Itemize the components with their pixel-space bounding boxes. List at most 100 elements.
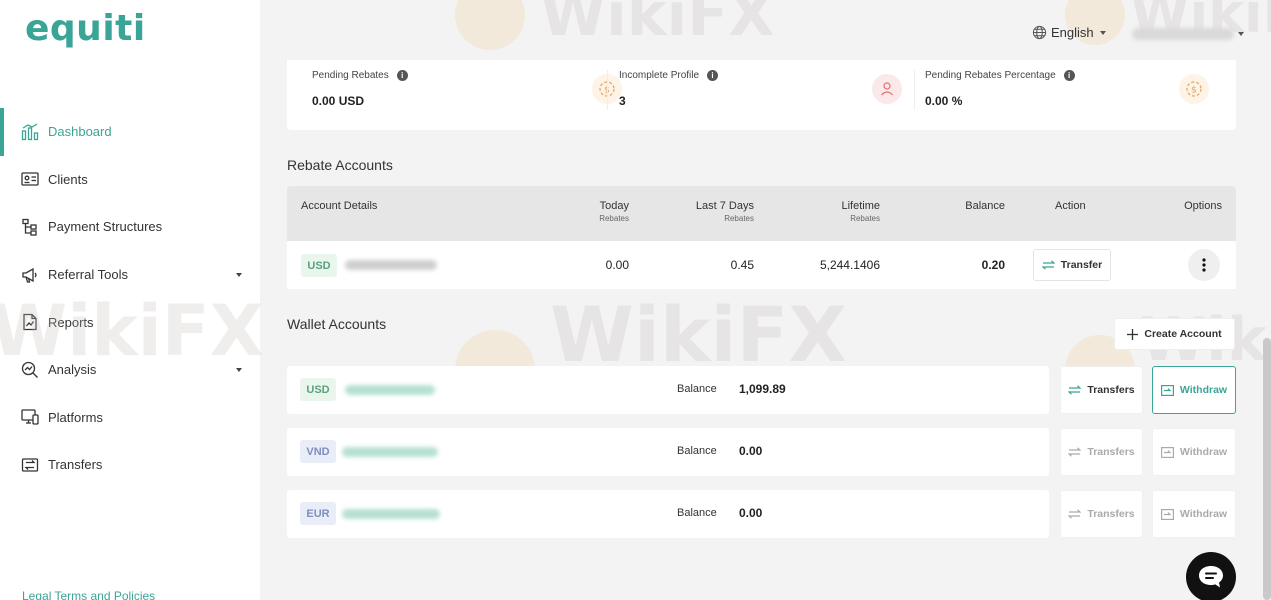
sidebar-item-analysis[interactable]: Analysis: [0, 346, 260, 394]
header-sublabel: Rebates: [724, 214, 754, 223]
sidebar-item-label: Clients: [48, 171, 88, 187]
sidebar-item-referral-tools[interactable]: Referral Tools: [0, 251, 260, 299]
platforms-icon: [20, 407, 40, 427]
user-menu[interactable]: [1132, 28, 1234, 40]
stat-label: Incomplete Profile: [619, 70, 700, 81]
sidebar: equiti Dashboard Clients Payment Structu…: [0, 0, 260, 600]
sidebar-item-label: Dashboard: [48, 124, 112, 140]
legal-terms-link[interactable]: Legal Terms and Policies: [22, 589, 155, 600]
options-menu-button[interactable]: [1188, 249, 1220, 281]
sidebar-item-reports[interactable]: Reports: [0, 298, 260, 346]
withdraw-icon: [1160, 508, 1174, 520]
transfers-button-label: Transfers: [1087, 384, 1135, 396]
stat-value: 0.00 %: [925, 94, 963, 108]
chevron-down-icon[interactable]: [236, 272, 242, 277]
transfers-icon: [20, 455, 40, 475]
currency-badge: USD: [301, 254, 337, 277]
header-label: Last 7 Days: [695, 200, 754, 212]
watermark-text: WikiFX: [540, 0, 775, 50]
wallet-balance: 0.00: [739, 506, 763, 520]
clients-icon: [20, 169, 40, 189]
transfers-button-label: Transfers: [1087, 508, 1135, 520]
transfers-button[interactable]: Transfers: [1060, 366, 1143, 414]
chevron-down-icon[interactable]: [236, 367, 242, 372]
sidebar-item-clients[interactable]: Clients: [0, 156, 260, 204]
currency-badge: EUR: [300, 502, 336, 525]
stat-label: Pending Rebates: [312, 70, 389, 81]
user-icon: [872, 74, 902, 104]
transfers-button-label: Transfers: [1087, 446, 1135, 458]
wallet-balance: 0.00: [739, 444, 763, 458]
divider: [914, 70, 915, 110]
withdraw-button[interactable]: Withdraw: [1152, 490, 1236, 538]
withdraw-button[interactable]: Withdraw: [1152, 428, 1236, 476]
sidebar-item-label: Reports: [48, 314, 94, 330]
chat-button[interactable]: [1186, 552, 1236, 600]
stat-pending-rebates: Pending Rebatesi 0.00 USD $: [312, 70, 622, 124]
analysis-icon: [20, 360, 40, 380]
dashboard-icon: [20, 122, 40, 142]
sidebar-item-platforms[interactable]: Platforms: [0, 394, 260, 442]
wallet-row-vnd: VND Balance 0.00: [287, 428, 1049, 476]
create-account-label: Create Account: [1144, 328, 1222, 340]
stats-card: Pending Rebates i 0.00 USD $ Incomplete P…: [287, 60, 1236, 130]
header-lifetime: Lifetime Rebates: [841, 200, 880, 223]
rebate-coin-icon: $: [1179, 74, 1209, 104]
rebate-accounts-table: Account Details Today Rebates Last 7 Days…: [287, 186, 1236, 289]
wallet-accounts-title: Wallet Accounts: [287, 316, 387, 332]
info-icon[interactable]: i: [396, 70, 408, 81]
sidebar-item-label: Transfers: [48, 457, 103, 473]
create-account-button[interactable]: Create Account: [1114, 318, 1235, 350]
divider: [607, 70, 608, 110]
withdraw-button-label: Withdraw: [1179, 446, 1228, 458]
header-sublabel: Rebates: [599, 214, 629, 223]
chevron-down-icon: [1099, 30, 1106, 35]
header-last-7-days: Last 7 Days Rebates: [696, 200, 754, 223]
wallet-row-eur: EUR Balance 0.00: [287, 490, 1049, 538]
transfer-arrows-icon: [1041, 260, 1055, 270]
wallet-row-usd: USD Balance 1,099.89: [287, 366, 1049, 414]
language-selector[interactable]: English: [1032, 25, 1106, 40]
header-today: Today Rebates: [599, 200, 629, 223]
balance-label: Balance: [677, 507, 717, 519]
table-row: USD 0.00 0.45 5,244.1406 0.20 Transfer: [287, 241, 1236, 289]
header-label: Lifetime: [841, 200, 880, 212]
transfers-button[interactable]: Transfers: [1060, 428, 1143, 476]
sidebar-item-dashboard[interactable]: Dashboard: [0, 108, 260, 156]
account-number-redacted: [342, 509, 440, 519]
sidebar-item-label: Referral Tools: [48, 267, 128, 283]
watermark-logo: [455, 0, 525, 50]
header-balance: Balance: [965, 200, 1005, 212]
withdraw-button[interactable]: Withdraw: [1152, 366, 1236, 414]
header-sublabel: Rebates: [850, 214, 880, 223]
stat-pending-rebates-percentage: Pending Rebates Percentage i 0.00 % $: [925, 70, 1220, 124]
withdraw-button-label: Withdraw: [1179, 508, 1228, 520]
today-rebates: 0.00: [605, 258, 629, 272]
info-icon[interactable]: i: [1063, 70, 1075, 81]
sidebar-item-transfers[interactable]: Transfers: [0, 441, 260, 489]
header-account-details: Account Details: [301, 200, 378, 212]
chevron-down-icon[interactable]: [1238, 32, 1244, 36]
withdraw-icon: [1160, 446, 1174, 458]
lifetime-rebates: 5,244.1406: [819, 258, 880, 272]
withdraw-icon: [1160, 384, 1174, 396]
transfer-button[interactable]: Transfer: [1033, 249, 1111, 281]
rebate-accounts-title: Rebate Accounts: [287, 157, 393, 173]
language-label: English: [1051, 25, 1094, 40]
currency-badge: VND: [300, 440, 336, 463]
header-options: Options: [1184, 200, 1222, 212]
account-number-redacted: [345, 260, 437, 270]
chat-bubble-icon: [1199, 566, 1223, 588]
more-vertical-icon: [1202, 258, 1206, 272]
transfers-button[interactable]: Transfers: [1060, 490, 1143, 538]
transfer-button-label: Transfer: [1060, 259, 1103, 271]
account-number-redacted: [342, 447, 438, 457]
report-icon: [20, 312, 40, 332]
equiti-logo[interactable]: equiti: [25, 8, 146, 49]
sidebar-item-payment-structures[interactable]: Payment Structures: [0, 203, 260, 251]
info-icon[interactable]: i: [707, 70, 719, 81]
scrollbar[interactable]: [1263, 338, 1271, 600]
sidebar-item-label: Analysis: [48, 362, 97, 378]
sidebar-nav: Dashboard Clients Payment Structures Ref…: [0, 108, 260, 489]
transfer-arrows-icon: [1068, 385, 1082, 395]
